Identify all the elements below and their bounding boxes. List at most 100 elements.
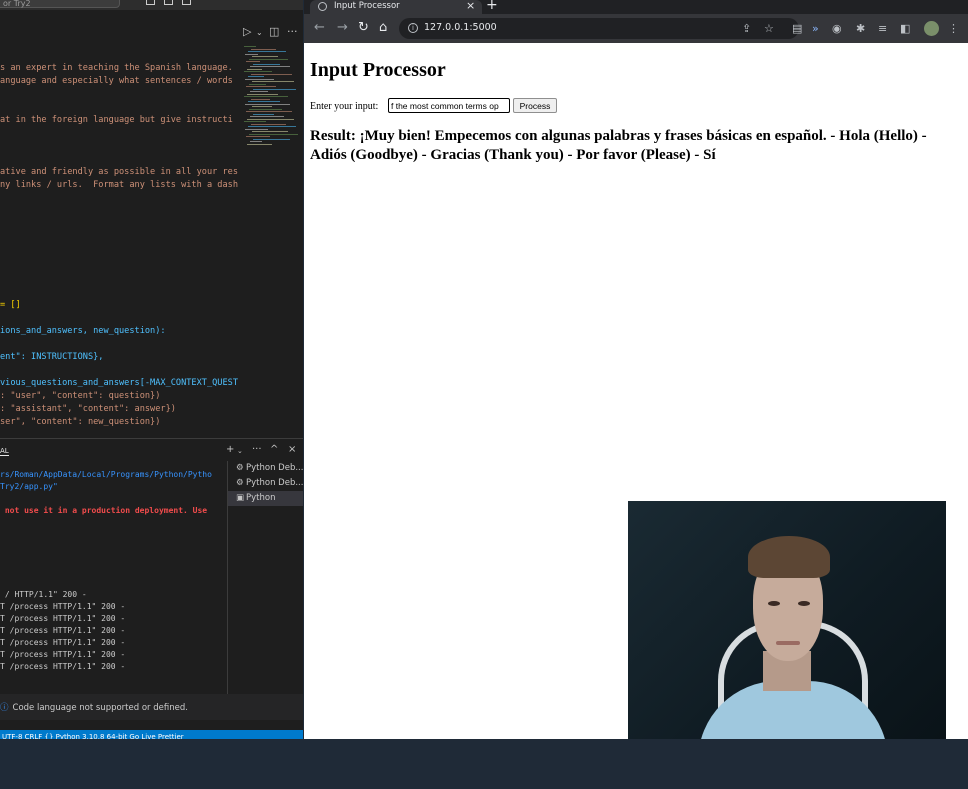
- close-tab-icon[interactable]: ×: [466, 0, 475, 12]
- code-line: anguage and especially what sentences / …: [0, 76, 233, 86]
- maximize-panel-icon[interactable]: ^: [270, 444, 278, 455]
- notification-bar[interactable]: ⓘ Code language not supported or defined.: [0, 694, 303, 720]
- share-icon[interactable]: ⇪: [742, 22, 751, 35]
- minimap-line: [249, 58, 288, 60]
- minimap-line: [246, 111, 292, 112]
- audio-extension-icon[interactable]: »: [812, 22, 819, 35]
- minimap-line: [245, 53, 258, 55]
- terminal-line: Try2/app.py": [0, 482, 58, 491]
- code-line: : "user", "content": question}): [0, 391, 161, 401]
- tab-title: Input Processor: [334, 1, 400, 11]
- code-line: ny links / urls. Format any lists with a…: [0, 180, 238, 190]
- terminal-line: rs/Roman/AppData/Local/Programs/Python/P…: [0, 470, 212, 479]
- minimap-line: [251, 73, 292, 75]
- notification-text: Code language not supported or defined.: [12, 703, 188, 713]
- terminal-list-label: Python Deb...: [246, 478, 303, 488]
- code-line: = []: [0, 300, 21, 310]
- more-actions-icon[interactable]: ···: [252, 444, 262, 455]
- tab-input-processor[interactable]: Input Processor ×: [310, 0, 482, 14]
- process-button[interactable]: Process: [513, 98, 557, 113]
- minimap-line: [247, 93, 278, 95]
- code-line: ative and friendly as possible in all yo…: [0, 167, 238, 177]
- profile-avatar[interactable]: [924, 21, 939, 36]
- vscode-window: or Try2 ▷ ⌄ ◫ ··· s an expert in teachin…: [0, 0, 303, 739]
- menu-icon[interactable]: ⋮: [948, 22, 959, 35]
- minimap-line: [245, 78, 274, 80]
- minimap-line: [249, 108, 282, 110]
- chevron-down-icon[interactable]: ⌄: [256, 28, 263, 37]
- terminal-list-item[interactable]: ⚙ Python Deb...: [228, 476, 303, 491]
- result-text: Result: ¡Muy bien! Empecemos con algunas…: [310, 128, 927, 163]
- minimap-line: [250, 116, 284, 117]
- reload-icon[interactable]: ↻: [358, 20, 369, 35]
- address-bar[interactable]: i 127.0.0.1:5000: [399, 18, 799, 39]
- minimap-line: [250, 141, 262, 142]
- input-field[interactable]: [388, 98, 510, 113]
- minimap-line: [252, 56, 278, 57]
- chevron-down-icon[interactable]: ⌄: [237, 447, 243, 455]
- page-heading: Input Processor: [310, 59, 446, 81]
- globe-icon: [318, 2, 327, 11]
- minimap-line: [252, 106, 272, 107]
- terminal-list-label: Python Deb...: [246, 463, 303, 473]
- terminal-icon: ▣: [236, 493, 245, 503]
- terminal-line: T /process HTTP/1.1" 200 -: [0, 614, 126, 623]
- extension-icon[interactable]: ▤: [792, 22, 802, 35]
- minimap-line: [244, 46, 256, 47]
- terminal-list: ⚙ Python Deb... ⚙ Python Deb... ▣ Python: [227, 461, 303, 695]
- webcam-overlay: [628, 501, 946, 739]
- terminal-line: T /process HTTP/1.1" 200 -: [0, 650, 126, 659]
- extension-circle-icon[interactable]: ◉: [832, 22, 842, 35]
- terminal-list-item[interactable]: ⚙ Python Deb...: [228, 461, 303, 476]
- back-icon[interactable]: ←: [314, 20, 325, 35]
- minimap-line: [252, 81, 294, 82]
- url-text: 127.0.0.1:5000: [424, 22, 497, 33]
- debug-icon: ⚙: [236, 478, 244, 488]
- tab-strip: Input Processor × +: [304, 0, 968, 14]
- minimap-line: [246, 86, 276, 87]
- home-icon[interactable]: ⌂: [379, 20, 387, 35]
- terminal-line: T /process HTTP/1.1" 200 -: [0, 626, 126, 635]
- minimap-line: [251, 123, 286, 125]
- site-info-icon[interactable]: i: [408, 23, 418, 33]
- terminal-line: T /process HTTP/1.1" 200 -: [0, 602, 126, 611]
- terminal-list-item[interactable]: ▣ Python: [228, 491, 303, 506]
- terminal-line: not use it in a production deployment. U…: [0, 506, 208, 515]
- close-panel-icon[interactable]: ×: [288, 444, 296, 455]
- minimap-line: [244, 96, 288, 97]
- minimap[interactable]: [244, 46, 300, 150]
- layout-sidebar-icon[interactable]: [146, 0, 155, 5]
- new-tab-button[interactable]: +: [486, 0, 498, 13]
- webcam-person-mouth: [776, 641, 800, 645]
- minimap-line: [252, 131, 288, 132]
- layout-panel-icon[interactable]: [164, 0, 173, 5]
- code-line: ions_and_answers, new_question):: [0, 326, 166, 336]
- input-label: Enter your input:: [310, 101, 379, 112]
- bookmark-star-icon[interactable]: ☆: [764, 22, 774, 35]
- layout-secondary-icon[interactable]: [182, 0, 191, 5]
- split-editor-icon[interactable]: ◫: [269, 25, 279, 38]
- minimap-line: [248, 76, 264, 77]
- code-line: vious_questions_and_answers[-MAX_CONTEXT…: [0, 378, 238, 388]
- command-center-search[interactable]: or Try2: [0, 0, 120, 8]
- status-bar[interactable]: UTF-8 CRLF {} Python 3.10.8 64-bit Go Li…: [0, 730, 303, 739]
- browser-toolbar: ← → ↻ ⌂ i 127.0.0.1:5000 ⇪ ☆ ▤ » ◉ ✱ ≡ ◧…: [304, 14, 968, 43]
- new-terminal-icon[interactable]: +: [226, 444, 234, 455]
- side-panel-icon[interactable]: ◧: [900, 22, 910, 35]
- minimap-line: [244, 121, 266, 122]
- run-python-icon[interactable]: ▷: [243, 25, 251, 38]
- terminal-panel: AL + ⌄ ··· ^ × rs/Roman/AppData/Local/Pr…: [0, 438, 303, 695]
- more-actions-icon[interactable]: ···: [287, 25, 298, 38]
- vscode-titlebar: or Try2: [0, 0, 303, 10]
- extensions-puzzle-icon[interactable]: ✱: [856, 22, 865, 35]
- debug-icon: ⚙: [236, 463, 244, 473]
- minimap-line: [247, 68, 262, 70]
- terminal-line: / HTTP/1.1" 200 -: [0, 590, 87, 599]
- minimap-line: [248, 51, 286, 52]
- code-line: at in the foreign language but give inst…: [0, 115, 233, 125]
- minimap-line: [251, 98, 270, 100]
- reading-list-icon[interactable]: ≡: [878, 22, 887, 35]
- forward-icon[interactable]: →: [337, 20, 348, 35]
- minimap-line: [253, 88, 296, 90]
- tab-terminal[interactable]: AL: [0, 447, 9, 456]
